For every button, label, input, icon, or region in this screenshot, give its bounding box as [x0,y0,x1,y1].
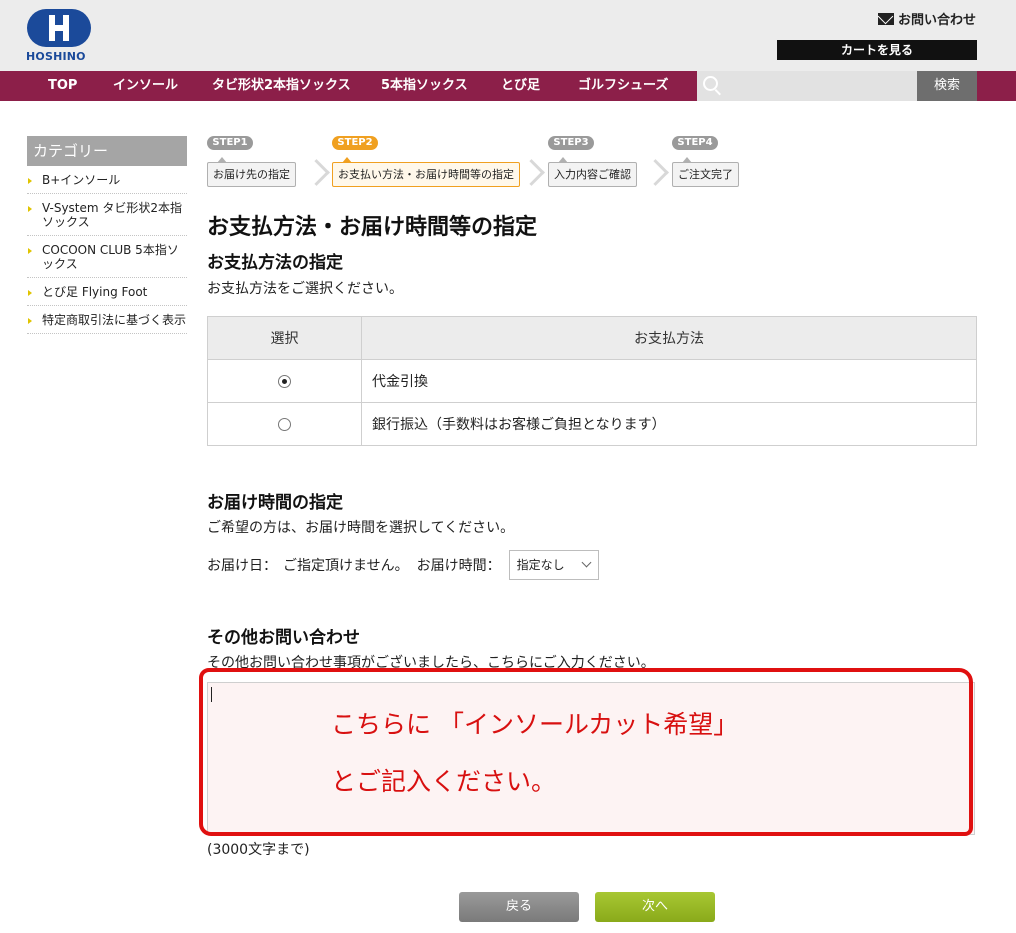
search-button[interactable]: 検索 [917,71,977,101]
annotation-text-line1: こちらに 「インソールカット希望」 [331,710,739,739]
sidebar-item-label: COCOON CLUB 5本指ソックス [42,243,179,271]
step-badge: STEP2 [332,136,378,150]
step-label: お支払い方法・お届け時間等の指定 [332,162,520,187]
step-badge: STEP3 [548,136,594,150]
step-label: 入力内容ご確認 [548,162,637,187]
sidebar-title: カテゴリー [27,136,187,166]
search-input[interactable] [697,71,917,101]
logo-mark [27,9,91,47]
hoshino-logo[interactable]: HOSHINO [24,9,96,65]
column-header-method: お支払方法 [361,316,977,360]
inquiry-heading: その他お問い合わせ [207,628,360,648]
delivery-time-label: お届け時間： [416,558,501,574]
step-badge: STEP4 [672,136,718,150]
category-sidebar: カテゴリー B+インソール V-System タビ形状2本指ソックス COCOO… [27,136,187,334]
contact-label: お問い合わせ [897,13,976,28]
delivery-time-selected: 指定なし [516,558,565,572]
nav-item-tobiashi[interactable]: とび足 [501,71,540,101]
delivery-date-value: ご指定頂けません。 [283,558,409,574]
back-button[interactable]: 戻る [459,892,579,922]
step-badge: STEP1 [207,136,253,150]
sidebar-item-label: V-System タビ形状2本指ソックス [42,201,183,229]
delivery-heading: お届け時間の指定 [207,493,343,513]
payment-heading: お支払方法の指定 [207,253,343,273]
sidebar-item-v-system[interactable]: V-System タビ形状2本指ソックス [27,194,187,236]
site-header: HOSHINO お問い合わせ カートを見る [0,0,1016,71]
sidebar-item-label: とび足 Flying Foot [42,285,148,299]
table-row: 代金引換 [207,359,977,403]
search-icon [703,76,723,96]
radio-cell [207,359,362,403]
sidebar-item-flying-foot[interactable]: とび足 Flying Foot [27,278,187,306]
logo-h-icon [49,15,69,41]
sidebar-item-label: 特定商取引法に基づく表示 [42,313,187,327]
nav-item-top[interactable]: TOP [48,71,77,101]
delivery-time-select[interactable]: 指定なし [508,550,599,580]
column-header-select: 選択 [207,316,362,360]
contact-link[interactable]: お問い合わせ [877,9,976,28]
table-header-row: 選択 お支払方法 [207,316,977,360]
payment-method-table: 選択 お支払方法 代金引換 銀行振込（手数料はお客様ご負担となります） [207,316,977,446]
radio-cell [207,402,362,446]
character-limit-note: (3000文字まで) [207,842,310,858]
delivery-date-label: お届け日： [207,558,277,574]
page-root: HOSHINO お問い合わせ カートを見る TOP インソール タビ形状2本指ソ… [0,0,1016,933]
sidebar-item-label: B+インソール [42,173,121,187]
mail-icon [877,12,894,25]
delivery-instruction: ご希望の方は、お届け時間を選択してください。 [207,520,515,536]
delivery-row: お届け日： ご指定頂けません。 お届け時間： 指定なし [207,550,599,580]
chevron-right-icon [530,160,544,184]
next-button[interactable]: 次へ [595,892,715,922]
annotation-text-line2: とご記入ください。 [331,767,557,796]
nav-item-five-toe-socks[interactable]: 5本指ソックス [381,71,468,101]
payment-method-label: 代金引換 [361,359,977,403]
arrow-right-icon [28,290,32,296]
arrow-right-icon [28,318,32,324]
chevron-down-icon [581,557,592,568]
view-cart-button[interactable]: カートを見る [777,40,977,60]
logo-text: HOSHINO [26,50,86,63]
payment-instruction: お支払方法をご選択ください。 [207,281,403,297]
table-row: 銀行振込（手数料はお客様ご負担となります） [207,402,977,446]
arrow-right-icon [28,248,32,254]
sidebar-list: B+インソール V-System タビ形状2本指ソックス COCOON CLUB… [27,166,187,334]
step-label: ご注文完了 [672,162,739,187]
sidebar-item-cocoon-club[interactable]: COCOON CLUB 5本指ソックス [27,236,187,278]
nav-item-golf-shoes[interactable]: ゴルフシューズ [578,71,668,101]
chevron-right-icon [654,160,668,184]
page-title: お支払方法・お届け時間等の指定 [207,215,538,240]
payment-method-label: 銀行振込（手数料はお客様ご負担となります） [361,402,977,446]
nav-item-insole[interactable]: インソール [113,71,178,101]
annotation-highlight [199,668,973,836]
radio-cash-on-delivery[interactable] [278,374,291,388]
arrow-right-icon [28,206,32,212]
nav-item-tabi-socks[interactable]: タビ形状2本指ソックス [212,71,351,101]
step-label: お届け先の指定 [207,162,296,187]
chevron-right-icon [315,160,329,184]
radio-bank-transfer[interactable] [278,417,291,431]
sidebar-item-b-plus-insole[interactable]: B+インソール [27,166,187,194]
arrow-right-icon [28,178,32,184]
sidebar-item-legal-notice[interactable]: 特定商取引法に基づく表示 [27,306,187,334]
